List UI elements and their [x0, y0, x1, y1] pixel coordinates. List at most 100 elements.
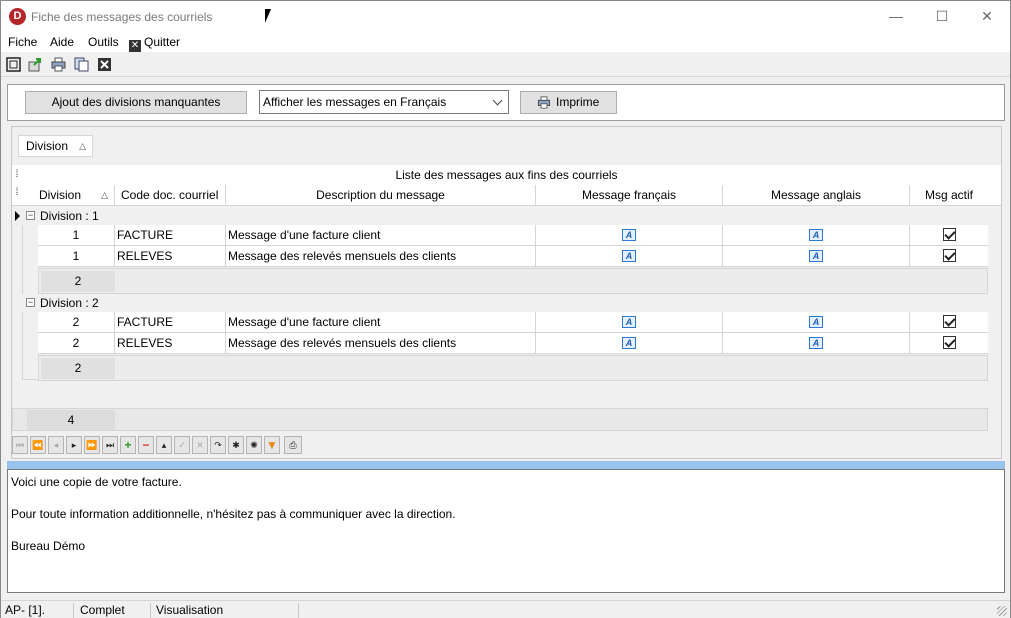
cell-description[interactable]: Message d'une facture client — [226, 312, 536, 333]
cell-code[interactable]: FACTURE — [115, 312, 226, 333]
cell-message-fr[interactable]: A — [536, 333, 723, 354]
edit-button[interactable]: ▴ — [156, 436, 172, 454]
column-header-message-en[interactable]: Message anglais — [723, 185, 910, 206]
rich-text-icon: A — [622, 337, 636, 349]
collapse-icon[interactable]: − — [26, 211, 35, 220]
column-header-message-fr[interactable]: Message français — [536, 185, 723, 206]
cell-msg-active[interactable] — [910, 225, 988, 246]
print-button-label: Imprime — [556, 95, 600, 109]
first-record-button[interactable]: ⏮ — [12, 436, 28, 454]
goto-bookmark-button[interactable]: ✺ — [246, 436, 262, 454]
grid-caption: ⁞ Liste des messages aux fins des courri… — [12, 165, 1001, 185]
fit-window-icon[interactable] — [6, 57, 21, 72]
group-row-division-2[interactable]: − Division : 2 — [12, 294, 1001, 312]
grid-header-row: ⁞ Division △ Code doc. courriel Descript… — [12, 185, 1001, 206]
cell-message-en[interactable]: A — [723, 333, 910, 354]
language-select[interactable]: Afficher les messages en Français — [259, 90, 509, 114]
maximize-button[interactable]: ☐ — [919, 1, 965, 32]
prev-page-button[interactable]: ⏪ — [30, 436, 46, 454]
close-window-button[interactable]: ✕ — [964, 1, 1010, 32]
menu-aide[interactable]: Aide — [50, 35, 74, 49]
last-record-button[interactable]: ⏭ — [102, 436, 118, 454]
title-bar[interactable]: D Fiche des messages des courriels — ☐ ✕ — [1, 1, 1010, 32]
group-row-division-1[interactable]: − Division : 1 — [12, 207, 1001, 225]
collapse-icon[interactable]: − — [26, 298, 35, 307]
window-title: Fiche des messages des courriels — [31, 10, 213, 24]
add-missing-divisions-button[interactable]: Ajout des divisions manquantes — [25, 91, 247, 114]
cell-code[interactable]: RELEVES — [115, 333, 226, 354]
refresh-button[interactable]: ↷ — [210, 436, 226, 454]
rich-text-icon: A — [809, 250, 823, 262]
delete-button[interactable]: − — [138, 436, 154, 454]
sort-ascending-icon: △ — [79, 141, 87, 151]
groupby-chip-label: Division — [26, 139, 69, 153]
next-record-button[interactable]: ▸ — [66, 436, 82, 454]
menu-bar: Fiche Aide Outils ✕ Quitter — [1, 32, 1010, 52]
active-checkbox[interactable] — [943, 249, 956, 262]
header-indicator-icon[interactable]: ⁞ — [12, 187, 22, 198]
language-select-value: Afficher les messages en Français — [263, 95, 447, 109]
active-checkbox[interactable] — [943, 336, 956, 349]
cell-message-fr[interactable]: A — [536, 225, 723, 246]
bookmark-button[interactable]: ✱ — [228, 436, 244, 454]
cancel-button[interactable]: ✕ — [192, 436, 208, 454]
column-header-code[interactable]: Code doc. courriel — [115, 185, 226, 206]
minimize-button[interactable]: — — [873, 1, 919, 32]
column-header-division[interactable]: Division △ — [38, 185, 115, 206]
cell-message-fr[interactable]: A — [536, 246, 723, 267]
table-row[interactable]: 2 FACTURE Message d'une facture client A… — [38, 312, 988, 333]
cell-msg-active[interactable] — [910, 312, 988, 333]
filter-button[interactable]: ▼ — [264, 436, 280, 454]
table-row[interactable]: 1 RELEVES Message des relevés mensuels d… — [38, 246, 988, 267]
group-footer: 2 — [38, 355, 988, 381]
close-icon[interactable] — [97, 57, 112, 72]
copy-icon[interactable] — [74, 57, 89, 72]
toolbar — [1, 53, 1010, 77]
cell-description[interactable]: Message d'une facture client — [226, 225, 536, 246]
column-header-description[interactable]: Description du message — [226, 185, 536, 206]
status-mode: Visualisation — [153, 603, 299, 618]
menu-outils[interactable]: Outils — [88, 35, 119, 49]
panel-splitter[interactable] — [7, 461, 1005, 469]
resize-grip-icon[interactable] — [997, 606, 1007, 616]
group-footer: 2 — [38, 268, 988, 294]
table-row[interactable]: 2 RELEVES Message des relevés mensuels d… — [38, 333, 988, 354]
print-grid-button[interactable]: ⎙ — [284, 436, 302, 454]
rich-text-icon: A — [622, 250, 636, 262]
total-count: 4 — [27, 410, 115, 430]
next-page-button[interactable]: ⏩ — [84, 436, 100, 454]
cell-division[interactable]: 1 — [38, 225, 115, 246]
menu-quitter[interactable]: ✕ Quitter — [129, 35, 180, 52]
memo-line: Bureau Démo — [11, 539, 86, 553]
active-checkbox[interactable] — [943, 228, 956, 241]
cell-description[interactable]: Message des relevés mensuels des clients — [226, 333, 536, 354]
active-checkbox[interactable] — [943, 315, 956, 328]
message-preview-memo[interactable]: Voici une copie de votre facture. Pour t… — [7, 469, 1005, 593]
cell-division[interactable]: 1 — [38, 246, 115, 267]
cell-msg-active[interactable] — [910, 246, 988, 267]
menu-quitter-label: Quitter — [144, 35, 181, 49]
groupby-chip-division[interactable]: Division △ — [18, 135, 94, 157]
print-icon[interactable] — [51, 57, 66, 72]
post-button[interactable]: ✓ — [174, 436, 190, 454]
menu-fiche[interactable]: Fiche — [8, 35, 37, 49]
cell-msg-active[interactable] — [910, 333, 988, 354]
cell-code[interactable]: RELEVES — [115, 246, 226, 267]
cell-message-en[interactable]: A — [723, 225, 910, 246]
table-row[interactable]: 1 FACTURE Message d'une facture client A… — [38, 225, 988, 246]
cell-message-en[interactable]: A — [723, 312, 910, 333]
print-button[interactable]: Imprime — [520, 91, 617, 114]
insert-button[interactable]: + — [120, 436, 136, 454]
export-icon[interactable] — [28, 57, 43, 72]
cell-message-fr[interactable]: A — [536, 312, 723, 333]
cell-description[interactable]: Message des relevés mensuels des clients — [226, 246, 536, 267]
cell-code[interactable]: FACTURE — [115, 225, 226, 246]
cell-division[interactable]: 2 — [38, 312, 115, 333]
column-header-msg-active[interactable]: Msg actif — [910, 185, 988, 206]
prev-record-button[interactable]: ◂ — [48, 436, 64, 454]
cell-division[interactable]: 2 — [38, 333, 115, 354]
column-chooser-icon[interactable]: ⁞ — [12, 165, 22, 185]
grid-total-footer: 4 — [12, 408, 988, 431]
status-state: Complet — [77, 603, 151, 618]
cell-message-en[interactable]: A — [723, 246, 910, 267]
